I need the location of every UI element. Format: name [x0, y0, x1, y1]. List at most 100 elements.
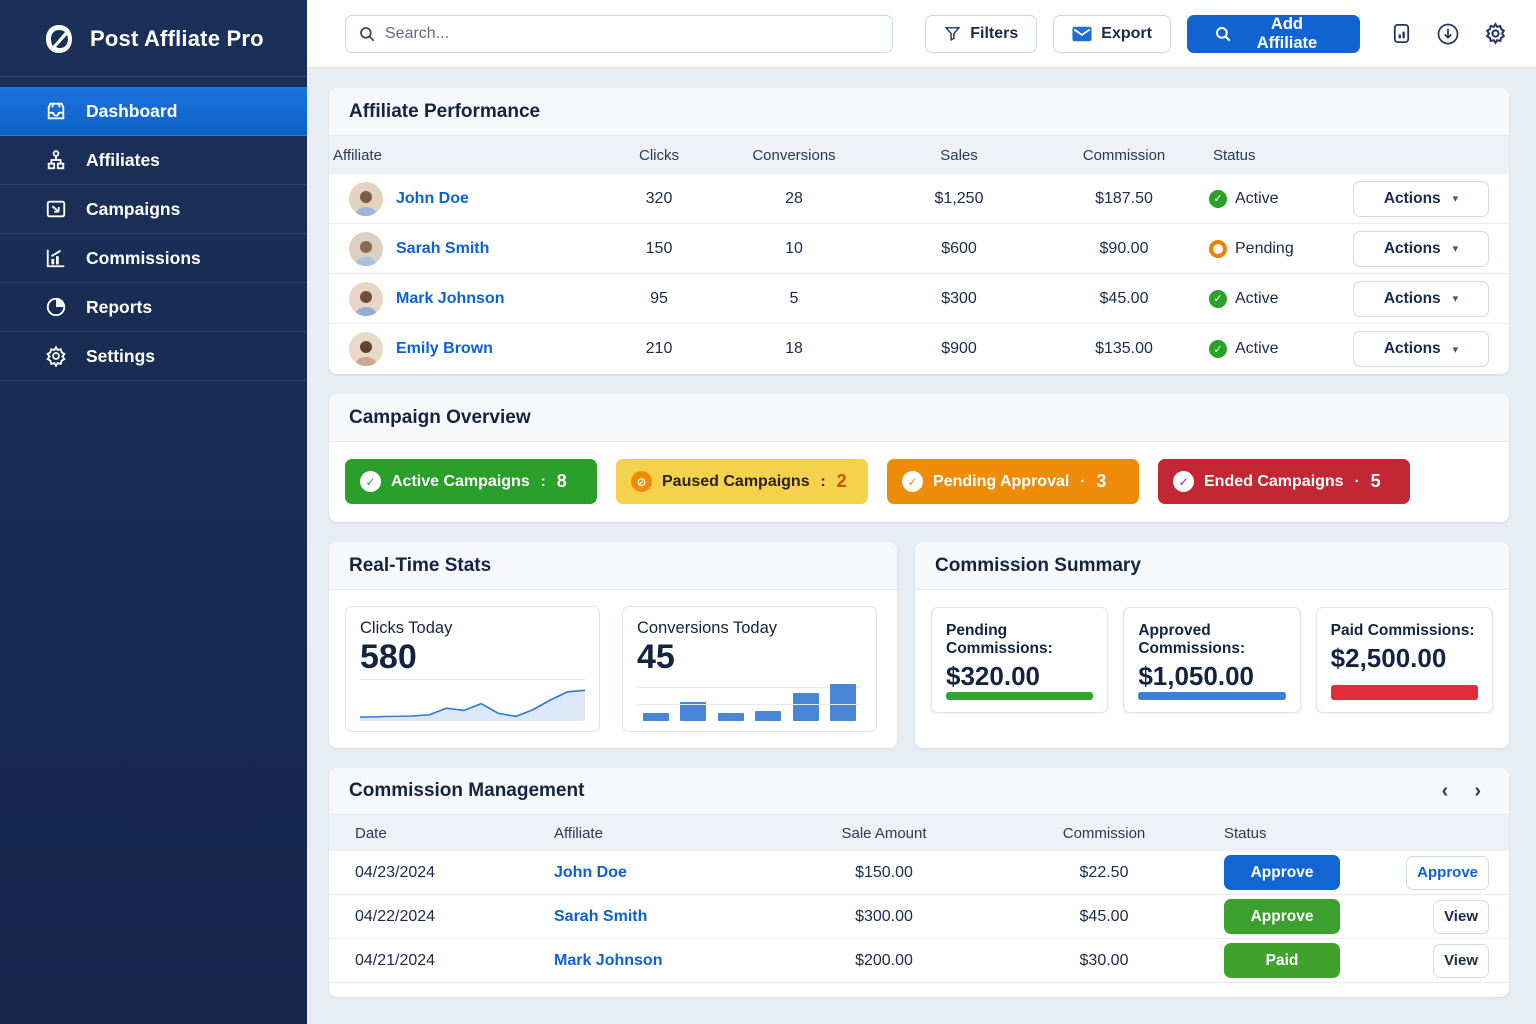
check-circle-icon: ✓ [902, 471, 923, 492]
sidebar-item-campaigns[interactable]: Campaigns [0, 185, 307, 234]
active-campaigns-badge[interactable]: ✓ Active Campaigns : 8 [345, 459, 597, 504]
bar [793, 693, 819, 721]
avatar [349, 332, 383, 366]
clicks-value: 95 [609, 290, 709, 308]
badge-count: 8 [557, 471, 567, 492]
actions-dropdown-button[interactable]: Actions ▾ [1353, 181, 1489, 217]
add-affiliate-button[interactable]: Add Affiliate [1187, 15, 1360, 53]
badge-label: Ended Campaigns [1204, 473, 1344, 491]
status-badge: ✓ Active [1209, 190, 1329, 208]
column-header-conversions: Conversions [709, 147, 879, 164]
inbox-icon [44, 99, 68, 123]
affiliate-name-link[interactable]: Mark Johnson [396, 290, 504, 308]
stats-row: Real-Time Stats Clicks Today 580 Convers… [329, 542, 1509, 768]
pending-approval-badge[interactable]: ✓ Pending Approval · 3 [887, 459, 1139, 504]
approved-commissions-card: Approved Commissions: $1,050.00 [1123, 607, 1300, 713]
column-header-affiliate: Affiliate [554, 825, 784, 842]
clicks-sparkline [360, 679, 585, 721]
pagination: ‹ › [1442, 781, 1489, 801]
view-button[interactable]: View [1433, 900, 1489, 934]
affiliate-name-link[interactable]: Sarah Smith [396, 240, 489, 258]
sale-amount-value: $200.00 [784, 952, 984, 970]
ended-campaigns-badge[interactable]: ✓ Ended Campaigns · 5 [1158, 459, 1410, 504]
commission-value: $135.00 [1039, 340, 1209, 358]
brand: Post Affliate Pro [0, 0, 307, 77]
affiliate-name-link[interactable]: John Doe [396, 190, 469, 208]
affiliate-performance-card: Affiliate Performance Affiliate Clicks C… [329, 88, 1509, 374]
commission-value: $45.00 [1039, 290, 1209, 308]
pending-commissions-card: Pending Commissions: $320.00 [931, 607, 1108, 713]
filters-button[interactable]: Filters [925, 15, 1037, 53]
status-label: Active [1235, 340, 1279, 358]
gear-icon [44, 344, 68, 368]
badge-count: 3 [1096, 471, 1106, 492]
status-badge: Pending [1209, 240, 1329, 258]
badge-separator: : [821, 473, 826, 490]
view-button[interactable]: View [1433, 944, 1489, 978]
report-device-icon[interactable] [1388, 21, 1414, 47]
next-page-button[interactable]: › [1474, 781, 1481, 801]
affiliate-name-link[interactable]: Sarah Smith [554, 908, 647, 925]
actions-label: Actions [1384, 190, 1441, 208]
summary-bar [1138, 692, 1285, 700]
commission-management-header-row: Date Affiliate Sale Amount Commission St… [329, 815, 1509, 851]
affiliate-name-link[interactable]: John Doe [554, 864, 627, 881]
sidebar-item-reports[interactable]: Reports [0, 283, 307, 332]
commission-summary-title: Commission Summary [915, 542, 1509, 590]
topbar-icon-group [1388, 21, 1508, 47]
status-badge: ✓ Active [1209, 290, 1329, 308]
bar [643, 713, 669, 721]
sidebar-nav: Dashboard Affiliates Campaigns Commissio… [0, 87, 307, 381]
check-circle-icon: ✓ [1209, 190, 1227, 208]
date-value: 04/23/2024 [329, 864, 554, 882]
affiliate-name-link[interactable]: Mark Johnson [554, 952, 662, 969]
envelope-icon [1072, 26, 1092, 42]
org-chart-icon [44, 148, 68, 172]
top-bar: Filters Export Add Affiliate [307, 0, 1536, 68]
sidebar-item-label: Affiliates [86, 150, 160, 171]
badge-separator: · [1355, 473, 1360, 490]
table-row: Sarah Smith 150 10 $600 $90.00 Pending A… [329, 224, 1509, 274]
search-input[interactable] [385, 25, 880, 43]
column-header-clicks: Clicks [609, 147, 709, 164]
clicks-today-stat: Clicks Today 580 [345, 606, 600, 732]
actions-dropdown-button[interactable]: Actions ▾ [1353, 281, 1489, 317]
download-circle-icon[interactable] [1435, 21, 1461, 47]
export-label: Export [1101, 25, 1152, 43]
actions-dropdown-button[interactable]: Actions ▾ [1353, 231, 1489, 267]
sidebar-item-commissions[interactable]: Commissions [0, 234, 307, 283]
paused-campaigns-badge[interactable]: ⊘ Paused Campaigns : 2 [616, 459, 868, 504]
chevron-down-icon: ▾ [1453, 242, 1459, 255]
commission-value: $30.00 [984, 952, 1224, 970]
sales-value: $900 [879, 340, 1039, 358]
conversions-bar-chart [637, 679, 862, 721]
sidebar-item-label: Dashboard [86, 101, 177, 122]
sidebar-item-settings[interactable]: Settings [0, 332, 307, 381]
commission-summary-card: Commission Summary Pending Commissions: … [915, 542, 1509, 748]
commission-value: $45.00 [984, 908, 1224, 926]
affiliate-name-link[interactable]: Emily Brown [396, 340, 493, 358]
column-header-status: Status [1209, 147, 1329, 164]
actions-dropdown-button[interactable]: Actions ▾ [1353, 331, 1489, 367]
export-button[interactable]: Export [1053, 15, 1171, 53]
column-header-status: Status [1224, 825, 1374, 842]
paid-button[interactable]: Paid [1224, 943, 1340, 978]
badge-label: Pending Approval [933, 473, 1069, 491]
sidebar-item-dashboard[interactable]: Dashboard [0, 87, 307, 136]
prev-page-button[interactable]: ‹ [1442, 781, 1449, 801]
clicks-value: 210 [609, 340, 709, 358]
bar-chart-icon [44, 246, 68, 270]
sidebar-item-affiliates[interactable]: Affiliates [0, 136, 307, 185]
approve-button[interactable]: Approve [1224, 855, 1340, 890]
row-action-button[interactable]: Approve [1406, 856, 1489, 890]
magnifier-icon [1214, 25, 1232, 43]
search-box[interactable] [345, 15, 893, 53]
sidebar-item-label: Commissions [86, 248, 201, 269]
approve-button[interactable]: Approve [1224, 899, 1340, 934]
gear-icon[interactable] [1482, 21, 1508, 47]
check-circle-icon: ✓ [360, 471, 381, 492]
bar [755, 711, 781, 721]
actions-label: Actions [1384, 340, 1441, 358]
campaign-overview-title: Campaign Overview [329, 394, 1509, 442]
summary-value: $320.00 [946, 661, 1093, 692]
